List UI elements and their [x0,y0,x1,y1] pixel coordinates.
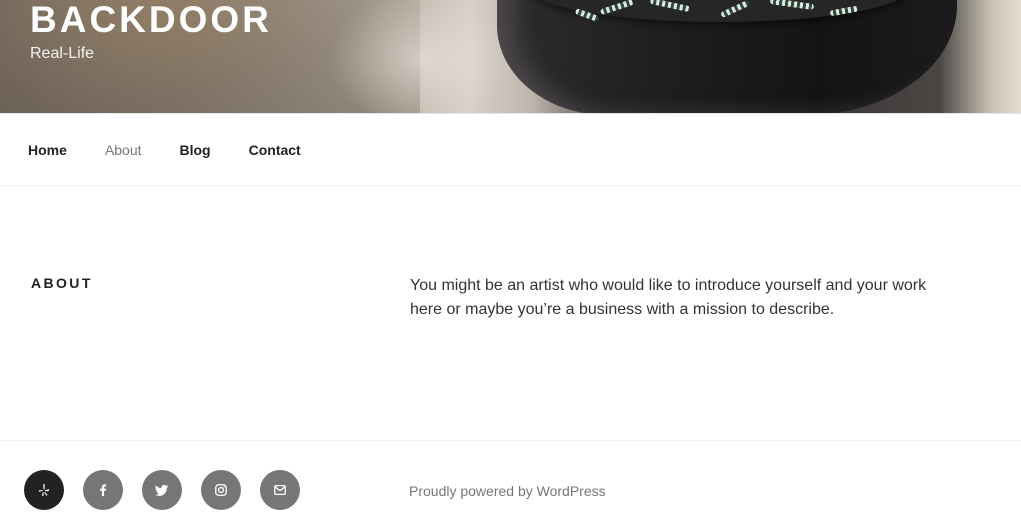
twitter-icon [155,484,169,496]
page-title: ABOUT [31,275,93,291]
page-body-text: You might be an artist who would like to… [410,277,927,318]
email-link[interactable] [260,470,300,510]
facebook-link[interactable] [83,470,123,510]
twitter-link[interactable] [142,470,182,510]
nav-item-blog[interactable]: Blog [180,142,211,158]
nav-item-home[interactable]: Home [28,142,67,158]
site-header: BACKDOOR Real-Life [0,0,1021,113]
email-icon [274,484,286,496]
social-links [24,470,319,510]
nav-item-contact[interactable]: Contact [249,142,301,158]
facebook-icon [100,484,107,497]
site-description: Real-Life [30,45,95,62]
powered-by-link[interactable]: Proudly powered by WordPress [409,483,606,499]
page-content: ABOUT You might be an artist who would l… [0,186,1021,440]
instagram-link[interactable] [201,470,241,510]
site-title-link[interactable]: BACKDOOR [30,0,272,40]
nav-menu: Home About Blog Contact [0,114,1021,185]
instagram-icon [215,484,227,496]
yelp-link[interactable] [24,470,64,510]
site-footer: Proudly powered by WordPress [0,440,1021,531]
nav-item-about[interactable]: About [105,142,142,158]
main-navigation: Home About Blog Contact [0,113,1021,186]
header-image-highlight [300,0,530,113]
yelp-icon [38,484,50,496]
